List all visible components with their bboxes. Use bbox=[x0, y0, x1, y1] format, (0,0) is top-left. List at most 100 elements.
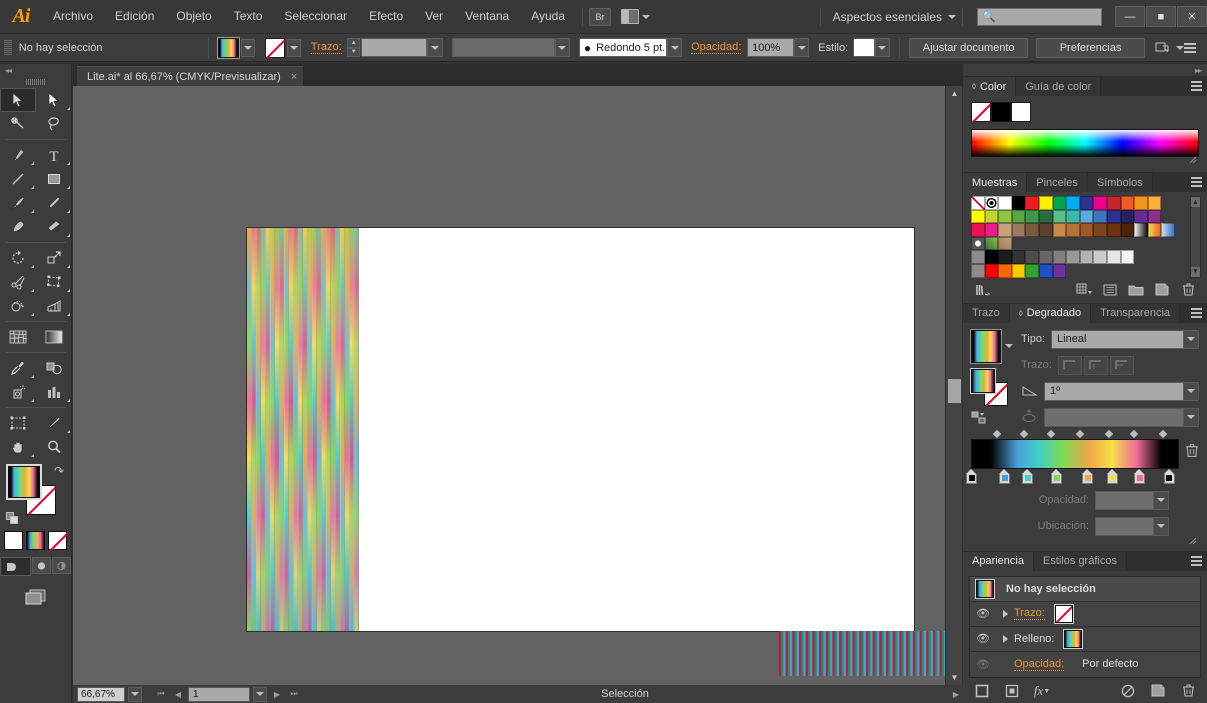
control-bar-panel-menu-icon[interactable] bbox=[1183, 42, 1196, 53]
gradient-stop[interactable] bbox=[1134, 468, 1146, 484]
swatch-cell[interactable] bbox=[1079, 250, 1094, 264]
menu-ayuda[interactable]: Ayuda bbox=[520, 0, 576, 33]
swatch-cell[interactable] bbox=[998, 250, 1012, 264]
search-input[interactable] bbox=[995, 11, 1101, 22]
lasso-tool[interactable] bbox=[36, 112, 72, 136]
swatch-libraries-icon[interactable] bbox=[971, 282, 997, 298]
swatch-cell[interactable] bbox=[1093, 209, 1107, 224]
swatches-scrollbar[interactable]: ▲ ▼ bbox=[1190, 196, 1201, 278]
swatch-cell[interactable] bbox=[1120, 196, 1135, 210]
vertical-scroll-thumb[interactable] bbox=[948, 379, 961, 403]
gradient-presets-chevron-down-icon[interactable] bbox=[1005, 344, 1013, 349]
paintbrush-tool[interactable] bbox=[0, 191, 36, 215]
mesh-tool[interactable] bbox=[0, 325, 36, 349]
workspace-chevron-down-icon[interactable] bbox=[948, 14, 956, 19]
swatch-options-icon[interactable] bbox=[1097, 282, 1123, 298]
swatch-cell[interactable] bbox=[1025, 196, 1039, 210]
gradient-angle-field[interactable]: 1º bbox=[1044, 381, 1199, 401]
swatch-cell[interactable] bbox=[1134, 223, 1148, 237]
chevron-down-icon[interactable] bbox=[1183, 408, 1198, 426]
swatch-cell[interactable] bbox=[1093, 196, 1107, 210]
prev-artboard-button[interactable]: ◀ bbox=[171, 687, 185, 702]
gradient-mode-button[interactable] bbox=[26, 531, 45, 550]
swatch-cell[interactable] bbox=[1120, 209, 1135, 224]
swatch-cell[interactable] bbox=[1106, 196, 1121, 210]
swatch-cell[interactable] bbox=[998, 196, 1012, 210]
swatches-scroll-up[interactable]: ▲ bbox=[1191, 197, 1200, 207]
brush-definition-field[interactable]: ● Redondo 5 pt. bbox=[578, 38, 667, 57]
swatches-panel-menu-icon[interactable] bbox=[1191, 177, 1202, 187]
menu-texto[interactable]: Texto bbox=[223, 0, 274, 33]
swatches-grid[interactable] bbox=[971, 196, 1190, 278]
menu-efecto[interactable]: Efecto bbox=[358, 0, 414, 33]
swatch-cell[interactable] bbox=[1011, 263, 1026, 278]
delete-item-icon[interactable] bbox=[1175, 682, 1201, 700]
line-segment-tool[interactable] bbox=[0, 167, 36, 191]
close-button[interactable]: ✕ bbox=[1177, 6, 1207, 27]
swatch-cell[interactable] bbox=[1161, 223, 1175, 237]
add-effect-icon[interactable]: fx ▼ bbox=[1029, 682, 1055, 700]
gradient-midpoints[interactable] bbox=[971, 429, 1179, 439]
gradient-panel-menu-icon[interactable] bbox=[1191, 307, 1202, 318]
gradient-location-field[interactable] bbox=[1095, 516, 1169, 536]
gradient-aspect-field[interactable] bbox=[1044, 407, 1199, 427]
pencil-tool[interactable] bbox=[36, 191, 72, 215]
swatch-cell[interactable] bbox=[984, 236, 999, 251]
search-field[interactable]: 🔍 bbox=[977, 7, 1102, 26]
swatch-cell[interactable] bbox=[1052, 223, 1067, 237]
gradient-stop[interactable] bbox=[1082, 468, 1094, 484]
symbol-sprayer-tool[interactable] bbox=[0, 380, 36, 404]
swatch-cell[interactable] bbox=[1079, 223, 1094, 237]
swatches-scroll-down[interactable]: ▼ bbox=[1191, 266, 1200, 277]
tab-color[interactable]: ◊ Color bbox=[963, 77, 1017, 96]
tab-degradado[interactable]: ◊ Degradado bbox=[1009, 303, 1092, 323]
menu-edicion[interactable]: Edición bbox=[104, 0, 165, 33]
menu-seleccionar[interactable]: Seleccionar bbox=[273, 0, 358, 33]
gradient-type-select[interactable]: Lineal bbox=[1051, 329, 1199, 349]
swatch-cell[interactable] bbox=[1134, 209, 1148, 224]
stroke-weight-dropdown[interactable] bbox=[427, 38, 443, 57]
brush-definition-dropdown[interactable] bbox=[666, 38, 683, 57]
gradient-ramp[interactable] bbox=[971, 438, 1179, 469]
swatch-cell[interactable] bbox=[984, 263, 999, 278]
swatch-cell[interactable] bbox=[1147, 209, 1162, 224]
appearance-stroke-swatch[interactable] bbox=[1053, 603, 1074, 624]
tab-pinceles[interactable]: Pinceles bbox=[1027, 173, 1088, 192]
type-tool[interactable]: T bbox=[36, 143, 72, 167]
scroll-down-button[interactable]: ▼ bbox=[946, 670, 963, 685]
default-fill-stroke-icon[interactable] bbox=[6, 512, 19, 525]
swatch-cell[interactable] bbox=[1066, 223, 1080, 237]
pen-tool[interactable] bbox=[0, 143, 36, 167]
swap-fill-stroke-icon[interactable]: ↷ bbox=[54, 464, 64, 478]
fill-color-swatch[interactable] bbox=[216, 36, 240, 59]
tab-transparencia[interactable]: Transparencia bbox=[1091, 303, 1181, 323]
swatch-cell[interactable] bbox=[1120, 250, 1135, 264]
opacity-dropdown[interactable] bbox=[793, 38, 810, 57]
fill-swatch-dropdown[interactable] bbox=[240, 38, 256, 57]
appearance-target-row[interactable]: No hay selección bbox=[970, 576, 1200, 602]
workspace-switcher-label[interactable]: Aspectos esenciales bbox=[827, 10, 948, 24]
swatch-cell[interactable] bbox=[1052, 263, 1067, 278]
artboard[interactable] bbox=[247, 228, 914, 631]
menu-archivo[interactable]: Archivo bbox=[42, 0, 104, 33]
swatch-cell[interactable] bbox=[1038, 223, 1053, 237]
status-text[interactable]: Selección bbox=[304, 688, 946, 700]
swatch-cell[interactable] bbox=[1147, 223, 1162, 237]
color-none-swatch[interactable] bbox=[971, 102, 991, 122]
maximize-button[interactable]: ■ bbox=[1146, 6, 1176, 27]
control-bar-gripper[interactable] bbox=[4, 38, 12, 58]
menu-ventana[interactable]: Ventana bbox=[454, 0, 520, 33]
swatch-cell[interactable] bbox=[971, 209, 985, 224]
gradient-opacity-field[interactable] bbox=[1095, 490, 1169, 510]
appearance-panel-menu-icon[interactable] bbox=[1191, 555, 1202, 566]
appearance-fill-label[interactable]: Relleno: bbox=[1014, 633, 1054, 645]
preferences-button[interactable]: Preferencias bbox=[1035, 37, 1146, 58]
swatch-cell[interactable] bbox=[1079, 196, 1094, 210]
magic-wand-tool[interactable] bbox=[0, 112, 36, 136]
swatch-cell[interactable] bbox=[1052, 250, 1067, 264]
opacity-field[interactable]: 100% bbox=[747, 38, 794, 57]
swatch-cell[interactable] bbox=[1025, 263, 1039, 278]
fit-document-button[interactable]: Ajustar documento bbox=[909, 37, 1029, 58]
expand-triangle-icon[interactable] bbox=[996, 609, 1014, 618]
color-panel-resize-grip[interactable] bbox=[971, 156, 1199, 164]
